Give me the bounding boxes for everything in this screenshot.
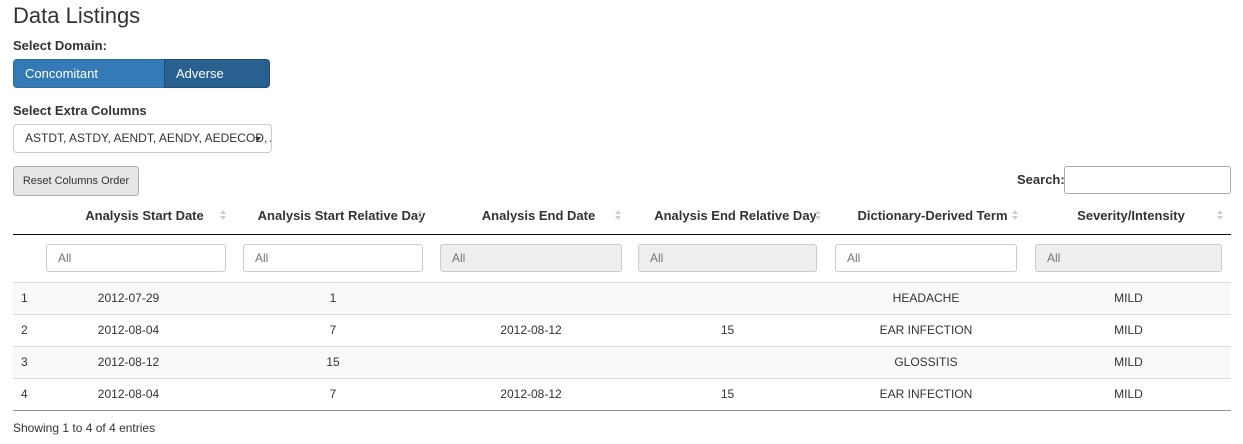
cell-analysis-start-date: 2012-07-29 <box>97 291 160 305</box>
column-header-analysis-start-relative-day[interactable]: Analysis Start Relative Day <box>243 198 440 234</box>
cell-analysis-end-relative-day <box>638 283 817 315</box>
filter-dictionary-derived-term[interactable] <box>835 244 1017 272</box>
column-header-label: Severity/Intensity <box>1077 208 1185 223</box>
cell-severity-intensity: MILD <box>1114 323 1143 337</box>
search-input[interactable] <box>1064 166 1231 194</box>
cell-analysis-end-date <box>440 347 622 379</box>
cell-analysis-end-date <box>440 283 622 315</box>
filter-analysis-start-relative-day[interactable] <box>243 244 423 272</box>
cell-analysis-start-relative-day: 15 <box>326 355 340 369</box>
select-extra-columns-label: Select Extra Columns <box>13 103 147 118</box>
cell-analysis-start-date: 2012-08-04 <box>97 323 160 337</box>
cell-dictionary-derived-term: GLOSSITIS <box>894 355 958 369</box>
column-header-severity-intensity[interactable]: Severity/Intensity <box>1031 198 1231 234</box>
cell-dictionary-derived-term: EAR INFECTION <box>879 323 973 337</box>
extra-columns-picker[interactable]: ASTDT, ASTDY, AENDT, AENDY, AEDECOD, AES… <box>13 124 272 153</box>
cell-dictionary-derived-term: HEADACHE <box>892 291 960 305</box>
select-domain-label: Select Domain: <box>13 38 107 53</box>
cell-analysis-end-date: 2012-08-12 <box>500 387 562 401</box>
filter-analysis-end-relative-day <box>638 244 817 272</box>
column-header-analysis-start-date[interactable]: Analysis Start Date <box>46 198 243 234</box>
table-row[interactable]: 1 2012-07-29 1 HEADACHE MILD <box>13 282 1231 315</box>
sort-icon <box>815 210 821 222</box>
filter-severity-intensity <box>1035 244 1222 272</box>
sort-icon <box>1012 210 1018 222</box>
column-header-label: Analysis End Date <box>481 208 596 223</box>
sort-icon <box>417 210 423 222</box>
cell-dictionary-derived-term: EAR INFECTION <box>879 387 973 401</box>
header-divider <box>13 234 1231 235</box>
table-info: Showing 1 to 4 of 4 entries <box>13 421 156 435</box>
cell-severity-intensity: MILD <box>1114 387 1143 401</box>
adverse-events-button[interactable]: Adverse Events <box>164 59 270 108</box>
column-header-label: Analysis End Relative Day <box>654 208 817 223</box>
cell-analysis-end-date: 2012-08-12 <box>500 323 562 337</box>
cell-analysis-start-relative-day: 7 <box>329 323 337 337</box>
sort-icon <box>1217 210 1223 222</box>
table-row[interactable]: 2 2012-08-04 7 2012-08-12 15 EAR INFECTI… <box>13 314 1231 347</box>
domain-button-group: Concomitant Medication Adverse Events <box>13 59 270 108</box>
sort-icon <box>220 210 226 222</box>
table-row[interactable]: 4 2012-08-04 7 2012-08-12 15 EAR INFECTI… <box>13 378 1231 411</box>
cell-analysis-end-relative-day: 15 <box>720 323 735 337</box>
cell-analysis-end-relative-day: 15 <box>720 387 735 401</box>
cell-severity-intensity: MILD <box>1114 355 1143 369</box>
filter-analysis-end-date <box>440 244 622 272</box>
cell-analysis-start-relative-day: 7 <box>329 387 337 401</box>
table-bottom-border <box>13 410 1231 411</box>
column-header-dictionary-derived-term[interactable]: Dictionary-Derived Term <box>834 198 1031 234</box>
extra-columns-value: ASTDT, ASTDY, AENDT, AENDY, AEDECOD, AES… <box>25 131 271 145</box>
column-header-label: Analysis Start Relative Day <box>257 208 426 223</box>
cell-analysis-end-relative-day <box>638 347 817 379</box>
caret-down-icon <box>255 137 261 141</box>
reset-columns-order-button[interactable]: Reset Columns Order <box>13 166 139 196</box>
cell-analysis-start-relative-day: 1 <box>329 291 337 305</box>
column-header-analysis-end-date[interactable]: Analysis End Date <box>440 198 637 234</box>
search-label: Search: <box>1017 172 1065 187</box>
column-header-label: Analysis Start Date <box>85 208 204 223</box>
column-header-label: Dictionary-Derived Term <box>857 208 1008 223</box>
column-header-analysis-end-relative-day[interactable]: Analysis End Relative Day <box>637 198 834 234</box>
concomitant-medication-button[interactable]: Concomitant Medication <box>13 59 165 108</box>
filter-analysis-start-date[interactable] <box>46 244 226 272</box>
table-row[interactable]: 3 2012-08-12 15 GLOSSITIS MILD <box>13 346 1231 379</box>
cell-analysis-start-date: 2012-08-04 <box>97 387 160 401</box>
cell-analysis-start-date: 2012-08-12 <box>97 355 160 369</box>
sort-icon <box>615 210 621 222</box>
page-title: Data Listings <box>13 3 141 28</box>
cell-severity-intensity: MILD <box>1114 291 1143 305</box>
